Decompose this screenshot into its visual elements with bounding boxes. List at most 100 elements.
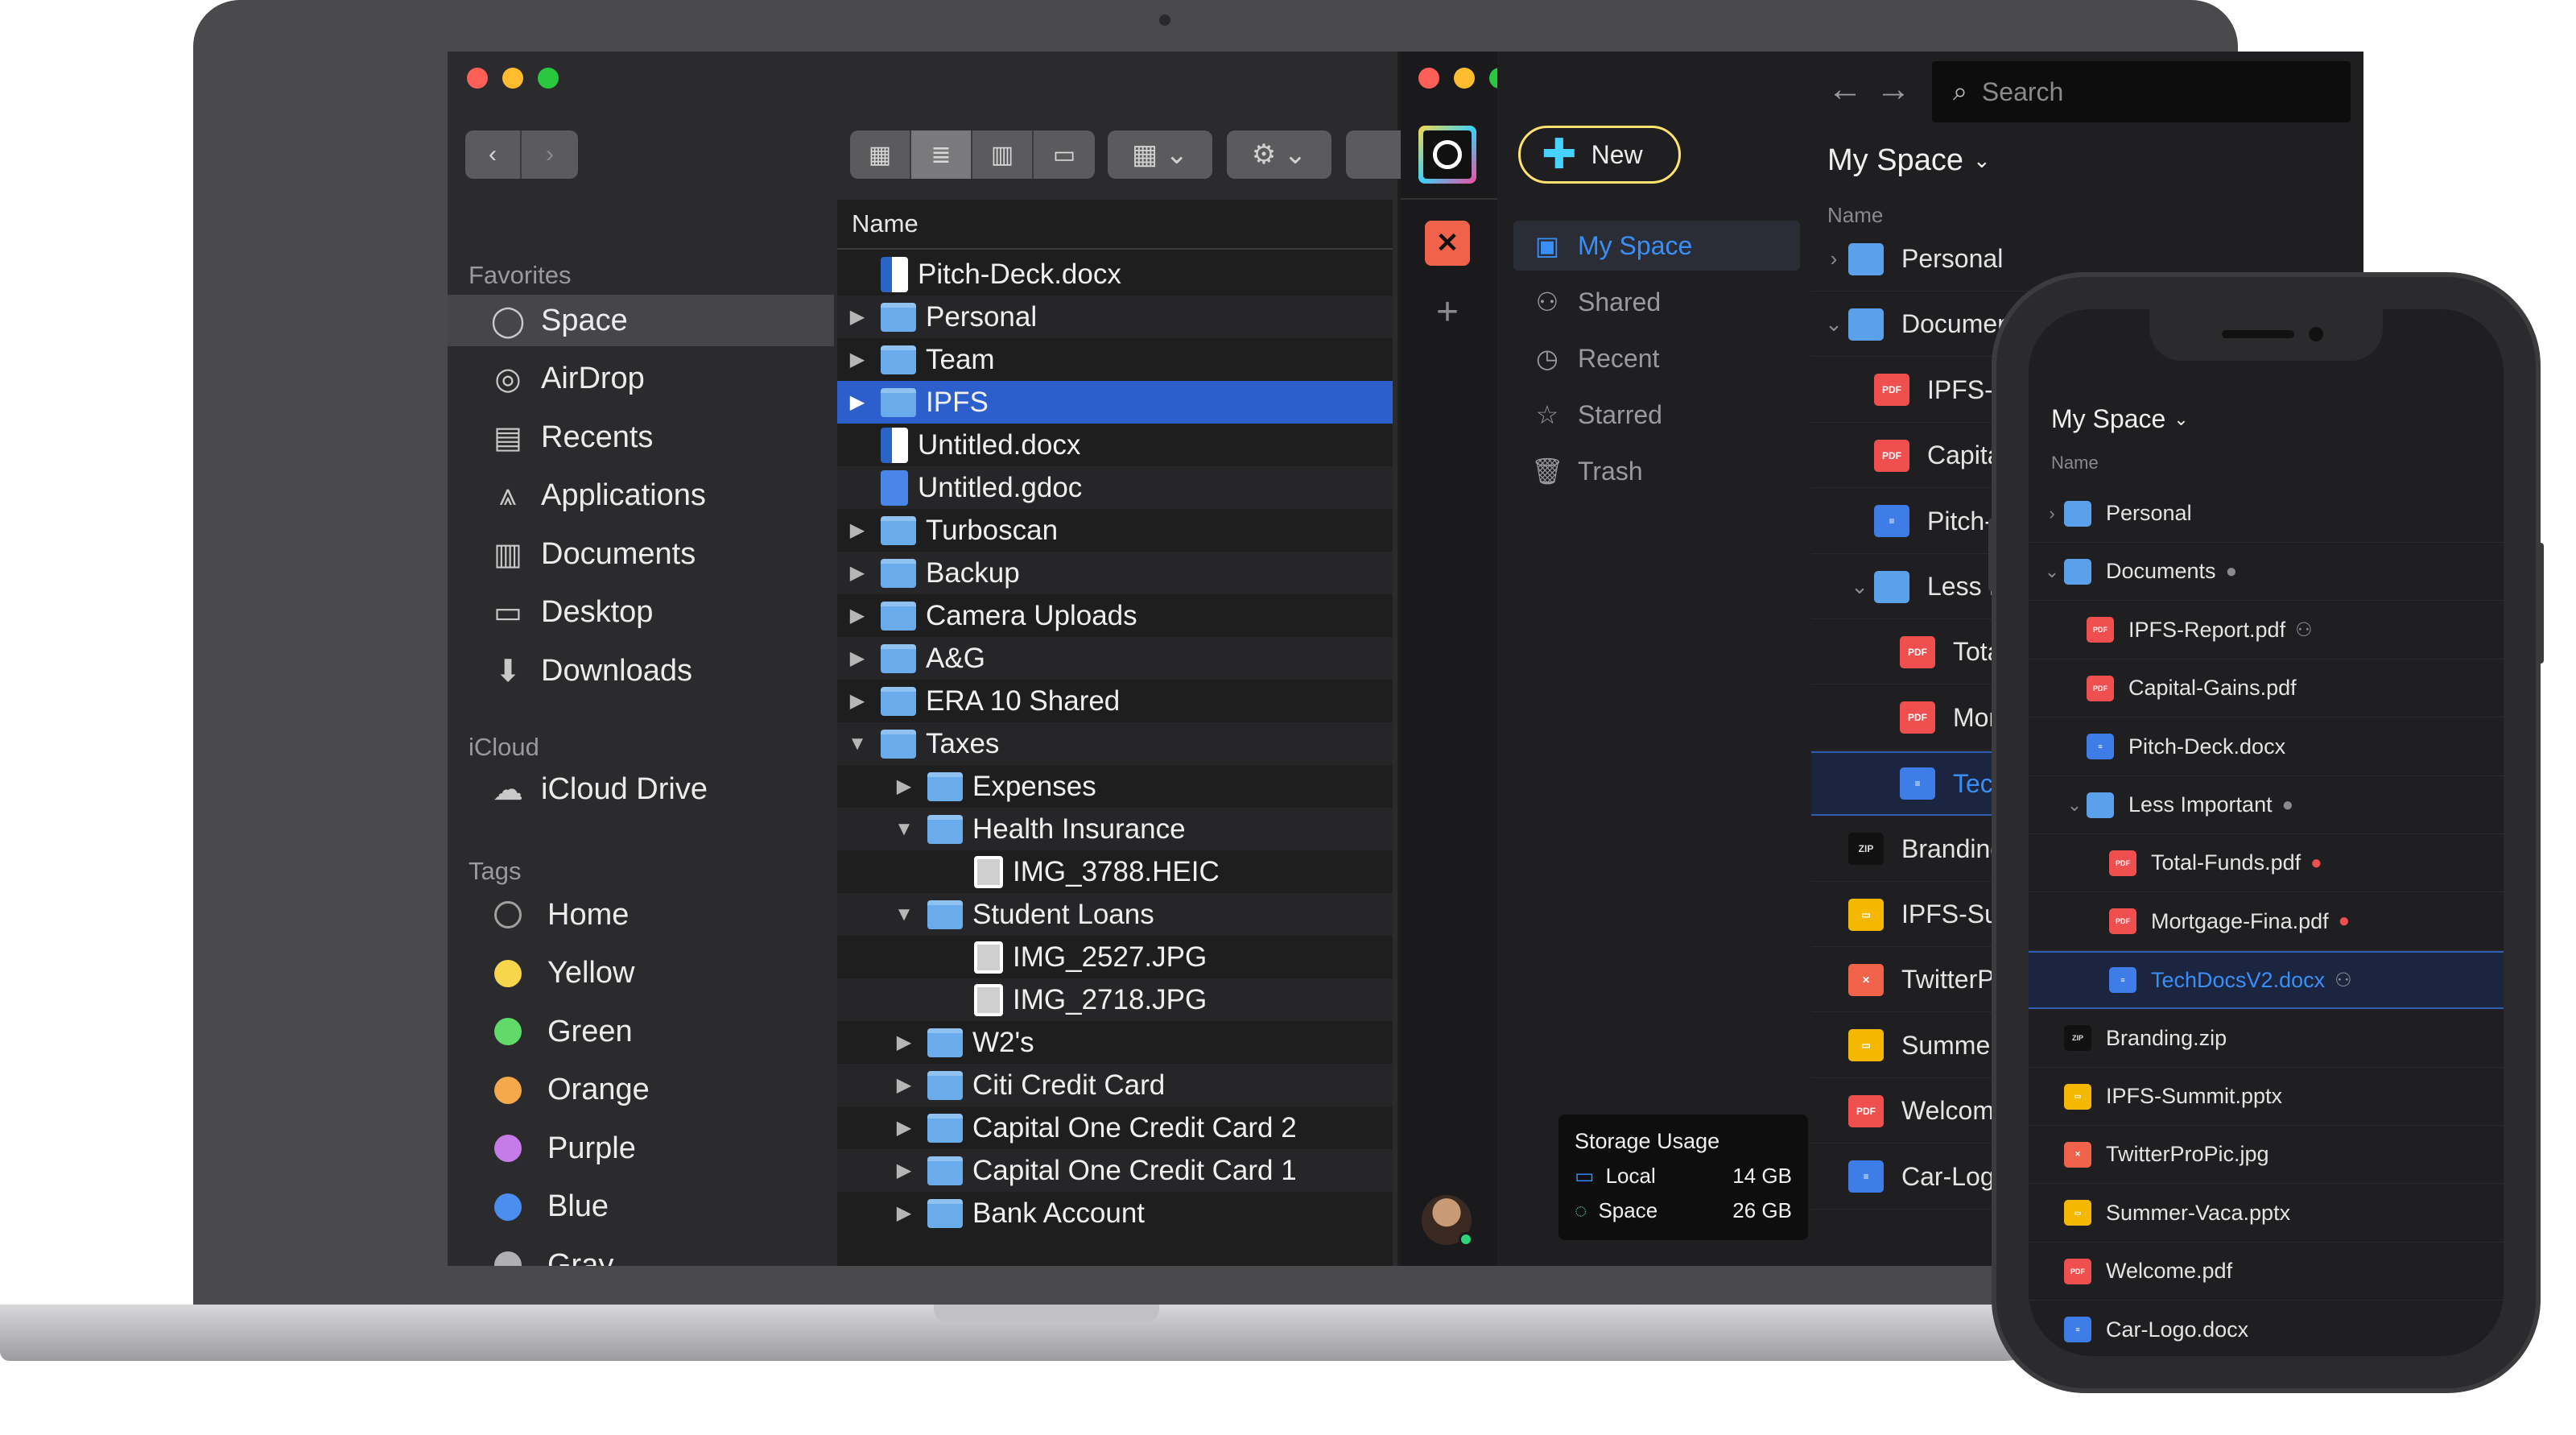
file-row[interactable]: ▭ Summer-Vaca.pptx <box>2029 1185 2504 1243</box>
list-view-button[interactable]: ≣ <box>911 130 972 179</box>
minimize-button[interactable] <box>1454 68 1475 89</box>
forward-arrow-icon[interactable]: → <box>1876 69 1911 110</box>
file-row[interactable]: ⌄ Documents ● <box>2029 543 2504 602</box>
back-button[interactable]: ‹ <box>465 130 522 179</box>
shared-users-icon[interactable]: ⚇ <box>2295 618 2313 642</box>
sidebar-item[interactable]: ▤ Recents <box>448 411 834 463</box>
file-row[interactable]: PDF Capital-Gains.pdf <box>2029 660 2504 718</box>
file-row[interactable]: IMG_2527.JPG <box>837 936 1393 978</box>
disclosure-triangle-icon[interactable]: ▶ <box>845 391 869 414</box>
chevron-icon[interactable]: › <box>2040 503 2064 524</box>
sidebar-item[interactable]: ▥ Documents <box>448 528 834 580</box>
phone-name-column-header[interactable]: Name <box>2051 453 2099 474</box>
file-row[interactable]: ▶ ERA 10 Shared <box>837 680 1393 722</box>
sidebar-item[interactable]: ⬇ Downloads <box>448 645 834 697</box>
file-row[interactable]: ▶ Personal <box>837 296 1393 338</box>
disclosure-triangle-icon[interactable]: ▶ <box>892 1031 916 1054</box>
file-row[interactable]: ▶ Bank Account <box>837 1192 1393 1234</box>
nav-item-starred[interactable]: ☆ Starred <box>1513 390 1800 440</box>
disclosure-triangle-icon[interactable]: ▼ <box>892 904 916 926</box>
file-row[interactable]: ▶ Backup <box>837 552 1393 594</box>
name-column-header[interactable]: Name <box>1827 203 1883 228</box>
sidebar-tag-item[interactable]: Gray <box>448 1239 834 1266</box>
disclosure-triangle-icon[interactable]: ▶ <box>892 775 916 798</box>
file-row[interactable]: ≡ Pitch-Deck.docx <box>2029 718 2504 776</box>
close-button[interactable] <box>1418 68 1439 89</box>
file-row[interactable]: ZIP Branding.zip <box>2029 1010 2504 1068</box>
sidebar-tag-item[interactable]: Orange <box>448 1065 834 1116</box>
phone-space-title-dropdown[interactable]: My Space ⌄ <box>2051 404 2189 434</box>
disclosure-triangle-icon[interactable]: ▶ <box>892 1073 916 1097</box>
file-row[interactable]: ▶ Expenses <box>837 765 1393 808</box>
minimize-button[interactable] <box>502 68 523 89</box>
file-row[interactable]: ▶ Turboscan <box>837 509 1393 552</box>
space-logo[interactable] <box>1418 126 1476 184</box>
group-by-button[interactable]: ▦ ⌄ <box>1108 130 1212 179</box>
column-view-button[interactable]: ▥ <box>972 130 1034 179</box>
disclosure-triangle-icon[interactable]: ▼ <box>892 818 916 841</box>
disclosure-triangle-icon[interactable]: ▶ <box>892 1159 916 1182</box>
file-row[interactable]: PDF Total-Funds.pdf ● <box>2029 834 2504 893</box>
nav-item-recent[interactable]: ◷ Recent <box>1513 333 1800 383</box>
forward-button[interactable]: › <box>522 130 578 179</box>
file-row[interactable]: IMG_3788.HEIC <box>837 850 1393 893</box>
disclosure-triangle-icon[interactable]: ▶ <box>845 561 869 585</box>
sidebar-item[interactable]: ◎ AirDrop <box>448 354 834 405</box>
sidebar-tag-item[interactable]: Green <box>448 1006 834 1057</box>
comment-icon[interactable]: ● <box>2310 852 2322 875</box>
file-row[interactable]: ▶ A&G <box>837 637 1393 680</box>
comment-icon[interactable]: ● <box>2339 910 2351 933</box>
sidebar-tag-item[interactable]: Yellow <box>448 948 834 999</box>
file-row[interactable]: ▭ IPFS-Summit.pptx <box>2029 1068 2504 1126</box>
search-input[interactable]: ⌕ Search <box>1932 61 2351 122</box>
disclosure-triangle-icon[interactable]: ▶ <box>845 519 869 542</box>
file-row[interactable]: IMG_2718.JPG <box>837 978 1393 1021</box>
zoom-button[interactable] <box>538 68 559 89</box>
disclosure-triangle-icon[interactable]: ▶ <box>892 1116 916 1139</box>
icon-view-button[interactable]: ▦ <box>850 130 911 179</box>
disclosure-triangle-icon[interactable]: ▶ <box>845 689 869 713</box>
disclosure-triangle-icon[interactable]: ▶ <box>845 305 869 329</box>
comment-icon[interactable]: ● <box>2282 794 2294 817</box>
new-button[interactable]: ✚ New <box>1518 126 1681 184</box>
chevron-icon[interactable]: ⌄ <box>2040 561 2064 582</box>
sidebar-item[interactable]: ☁ iCloud Drive <box>448 763 834 815</box>
file-row[interactable]: ▼ Health Insurance <box>837 808 1393 850</box>
file-row[interactable]: ▶ Capital One Credit Card 2 <box>837 1106 1393 1149</box>
file-row[interactable]: ✕ TwitterProPic.jpg <box>2029 1126 2504 1185</box>
disclosure-triangle-icon[interactable]: ▶ <box>845 604 869 627</box>
file-row[interactable]: ▶ Citi Credit Card <box>837 1064 1393 1106</box>
file-row[interactable]: ▼ Student Loans <box>837 893 1393 936</box>
nav-item-my-space[interactable]: ▣ My Space <box>1513 221 1800 271</box>
file-row[interactable]: ▶ IPFS <box>837 381 1393 424</box>
gallery-view-button[interactable]: ▭ <box>1034 130 1095 179</box>
file-row[interactable]: Untitled.docx <box>837 424 1393 466</box>
file-row[interactable]: › Personal <box>2029 485 2504 543</box>
disclosure-triangle-icon[interactable]: ▶ <box>845 647 869 670</box>
close-button[interactable] <box>467 68 488 89</box>
space-title-dropdown[interactable]: My Space ⌄ <box>1827 143 1991 178</box>
file-row[interactable]: ▶ Team <box>837 338 1393 381</box>
chevron-icon[interactable]: ⌄ <box>2062 795 2087 816</box>
sidebar-tag-item[interactable]: Home <box>448 889 834 941</box>
file-row[interactable]: ▶ Capital One Credit Card 1 <box>837 1149 1393 1192</box>
file-row[interactable]: ▼ Taxes <box>837 722 1393 765</box>
nav-item-shared[interactable]: ⚇ Shared <box>1513 277 1800 327</box>
sidebar-item[interactable]: ▭ Desktop <box>448 587 834 639</box>
file-row[interactable]: ▶ Camera Uploads <box>837 594 1393 637</box>
file-row[interactable]: PDF Welcome.pdf <box>2029 1243 2504 1301</box>
chevron-icon[interactable]: ⌄ <box>1845 574 1874 599</box>
disclosure-triangle-icon[interactable]: ▶ <box>892 1201 916 1225</box>
chevron-icon[interactable]: ⌄ <box>1819 312 1848 337</box>
nav-item-trash[interactable]: 🗑 Trash <box>1513 446 1800 496</box>
file-row[interactable]: Untitled.gdoc <box>837 466 1393 509</box>
file-row[interactable]: ▶ W2's <box>837 1021 1393 1064</box>
comment-icon[interactable]: ● <box>2226 560 2238 583</box>
back-arrow-icon[interactable]: ← <box>1827 69 1863 110</box>
team-avatar-icon[interactable]: ✕ <box>1425 221 1470 266</box>
disclosure-triangle-icon[interactable]: ▼ <box>845 733 869 755</box>
file-row[interactable]: ⌄ Less Important ● <box>2029 776 2504 834</box>
file-row[interactable]: PDF Mortgage-Fina.pdf ● <box>2029 893 2504 951</box>
disclosure-triangle-icon[interactable]: ▶ <box>845 348 869 371</box>
chevron-icon[interactable]: › <box>1819 246 1848 271</box>
